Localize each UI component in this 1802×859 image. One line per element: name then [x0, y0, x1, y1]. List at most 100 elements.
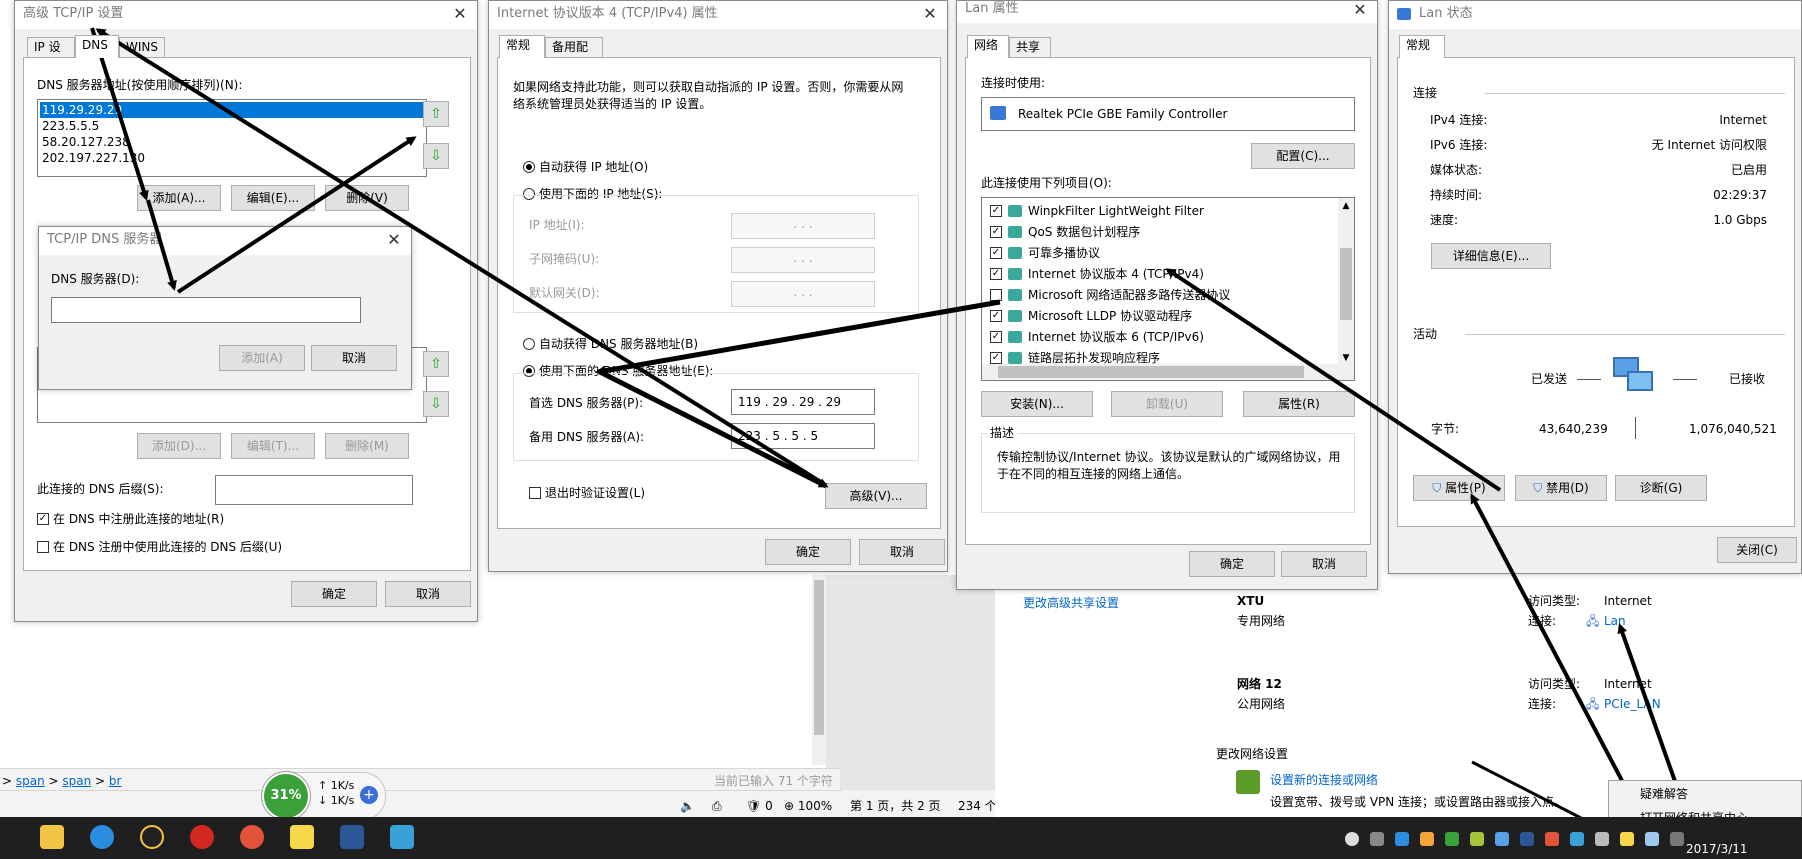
component-checkbox[interactable]: ✓ — [990, 331, 1002, 343]
bg-scrollbar-thumb[interactable] — [814, 580, 824, 735]
setup-connection-link[interactable]: 设置新的连接或网络 — [1270, 772, 1378, 788]
app-snail-icon[interactable] — [240, 825, 264, 849]
list-hscrollbar[interactable] — [982, 364, 1354, 380]
advanced-ok-button[interactable]: 确定 — [291, 581, 377, 607]
scroll-up-icon[interactable]: ▲ — [1338, 198, 1354, 214]
advanced-cancel-button[interactable]: 取消 — [385, 581, 471, 607]
auto-dns-radio[interactable] — [523, 338, 535, 350]
component-checkbox[interactable]: ✓ — [990, 226, 1002, 238]
dns-dialog-add-button[interactable]: 添加(A) — [219, 345, 305, 371]
advanced-share-link[interactable]: 更改高级共享设置 — [1023, 595, 1119, 611]
browser-icon[interactable] — [90, 825, 114, 849]
tab-network[interactable]: 网络 — [967, 35, 1009, 58]
use-suffix-checkbox[interactable] — [37, 541, 49, 553]
dns-server-input[interactable] — [51, 297, 361, 323]
gateway-input[interactable]: . . . — [731, 281, 875, 307]
component-item[interactable]: ✓ 可靠多播协议 — [986, 244, 1326, 262]
zoom-level[interactable]: ⊕ 100% — [784, 798, 832, 814]
lan-props-ok-button[interactable]: 确定 — [1189, 551, 1275, 577]
component-item[interactable]: ✓ Internet 协议版本 4 (TCP/IPv4) — [986, 265, 1326, 283]
lan-status-close-button[interactable]: 关闭(C) — [1717, 537, 1797, 563]
tray-app-icon[interactable] — [1445, 832, 1459, 846]
breadcrumb-span-1[interactable]: span — [16, 774, 45, 788]
breadcrumb-br[interactable]: br — [109, 774, 122, 788]
details-button[interactable]: 详细信息(E)... — [1431, 243, 1551, 269]
dns-server-item[interactable]: 58.20.127.238 — [40, 134, 424, 150]
speed-plus-icon[interactable]: + — [360, 786, 378, 804]
tab-general[interactable]: 常规 — [1399, 35, 1445, 58]
component-checkbox[interactable] — [990, 289, 1002, 301]
tab-ip-settings[interactable]: IP 设置 — [27, 37, 75, 73]
tab-sharing[interactable]: 共享 — [1009, 37, 1051, 57]
install-button[interactable]: 安装(N)... — [981, 391, 1093, 417]
properties-button[interactable]: 属性(R) — [1243, 391, 1355, 417]
component-item[interactable]: ✓ QoS 数据包计划程序 — [986, 223, 1326, 241]
component-checkbox[interactable]: ✓ — [990, 247, 1002, 259]
notes-icon[interactable] — [290, 825, 314, 849]
dns-server-item[interactable]: 119.29.29.29 — [40, 102, 424, 118]
print-icon[interactable]: ⎙ — [712, 798, 722, 814]
components-list[interactable]: ✓ WinpkFilter LightWeight Filter ✓ QoS 数据包计… — [981, 197, 1355, 381]
suffix-edit-button[interactable]: 编辑(T)... — [231, 433, 315, 459]
status-properties-button[interactable]: ⛉ 属性(P) — [1413, 475, 1505, 501]
close-icon[interactable]: ✕ — [919, 3, 941, 25]
ipv4-ok-button[interactable]: 确定 — [765, 539, 851, 565]
scroll-thumb[interactable] — [1340, 248, 1352, 320]
dns-server-list[interactable]: 119.29.29.29 223.5.5.5 58.20.127.238 202… — [37, 99, 427, 177]
dns-add-button[interactable]: 添加(A)... — [137, 185, 221, 211]
dns-delete-button[interactable]: 删除(V) — [325, 185, 409, 211]
tray-app-icon[interactable] — [1620, 832, 1634, 846]
volume-icon[interactable] — [1595, 832, 1609, 846]
tray-app-icon[interactable] — [1495, 832, 1509, 846]
dns-server-item[interactable]: 202.197.227.130 — [40, 150, 424, 166]
net2-conn-link[interactable]: PCIe_LAN — [1604, 696, 1661, 712]
dns-server-item[interactable]: 223.5.5.5 — [40, 118, 424, 134]
speaker-icon[interactable]: 🔈 — [680, 798, 695, 814]
netease-music-icon[interactable] — [190, 825, 214, 849]
ipv4-advanced-button[interactable]: 高级(V)... — [825, 483, 927, 509]
tray-app-icon[interactable] — [1520, 832, 1534, 846]
component-checkbox[interactable]: ✓ — [990, 268, 1002, 280]
ipv4-cancel-button[interactable]: 取消 — [859, 539, 945, 565]
list-vscrollbar[interactable]: ▲ ▼ — [1338, 198, 1354, 366]
validate-checkbox[interactable] — [529, 487, 541, 499]
dns-suffix-input[interactable] — [215, 475, 413, 505]
net1-conn-link[interactable]: Lan — [1604, 613, 1626, 629]
qq-icon[interactable] — [140, 825, 164, 849]
close-icon[interactable]: ✕ — [449, 3, 471, 25]
speed-percent-circle[interactable]: 31% — [262, 772, 310, 820]
component-item[interactable]: ✓ Microsoft LLDP 协议驱动程序 — [986, 307, 1326, 325]
app-window-icon[interactable] — [390, 825, 414, 849]
suffix-down-button[interactable]: ⇩ — [423, 391, 449, 417]
dns-dialog-cancel-button[interactable]: 取消 — [311, 345, 397, 371]
tab-wins[interactable]: WINS — [119, 37, 165, 57]
hscroll-thumb[interactable] — [998, 366, 1304, 378]
taskbar-date[interactable]: 2017/3/11 — [1686, 841, 1748, 857]
uninstall-button[interactable]: 卸载(U) — [1111, 391, 1223, 417]
breadcrumb-span-2[interactable]: span — [62, 774, 91, 788]
suffix-delete-button[interactable]: 删除(M) — [325, 433, 409, 459]
component-item[interactable]: ✓ Internet 协议版本 6 (TCP/IPv6) — [986, 328, 1326, 346]
tray-app-icon[interactable] — [1670, 832, 1684, 846]
component-checkbox[interactable]: ✓ — [990, 205, 1002, 217]
close-icon[interactable]: ✕ — [383, 229, 405, 251]
tray-app-icon[interactable] — [1420, 832, 1434, 846]
alternate-dns-input[interactable]: 223 . 5 . 5 . 5 — [731, 423, 875, 449]
suffix-add-button[interactable]: 添加(D)... — [137, 433, 221, 459]
close-icon[interactable]: ✕ — [1349, 0, 1371, 21]
disable-button[interactable]: ⛉ 禁用(D) — [1515, 475, 1607, 501]
tab-dns[interactable]: DNS — [75, 35, 119, 58]
suffix-up-button[interactable]: ⇧ — [423, 351, 449, 377]
menu-item-troubleshoot[interactable]: 疑难解答 — [1640, 786, 1688, 802]
register-checkbox[interactable]: ✓ — [37, 513, 49, 525]
component-checkbox[interactable]: ✓ — [990, 310, 1002, 322]
diagnose-button[interactable]: 诊断(G) — [1615, 475, 1707, 501]
ip-address-input[interactable]: . . . — [731, 213, 875, 239]
subnet-mask-input[interactable]: . . . — [731, 247, 875, 273]
tray-app-icon[interactable] — [1545, 832, 1559, 846]
auto-ip-radio[interactable] — [523, 161, 535, 173]
move-down-button[interactable]: ⇩ — [423, 143, 449, 169]
preferred-dns-input[interactable]: 119 . 29 . 29 . 29 — [731, 389, 875, 415]
move-up-button[interactable]: ⇧ — [423, 101, 449, 127]
component-item[interactable]: Microsoft 网络适配器多路传送器协议 — [986, 286, 1326, 304]
